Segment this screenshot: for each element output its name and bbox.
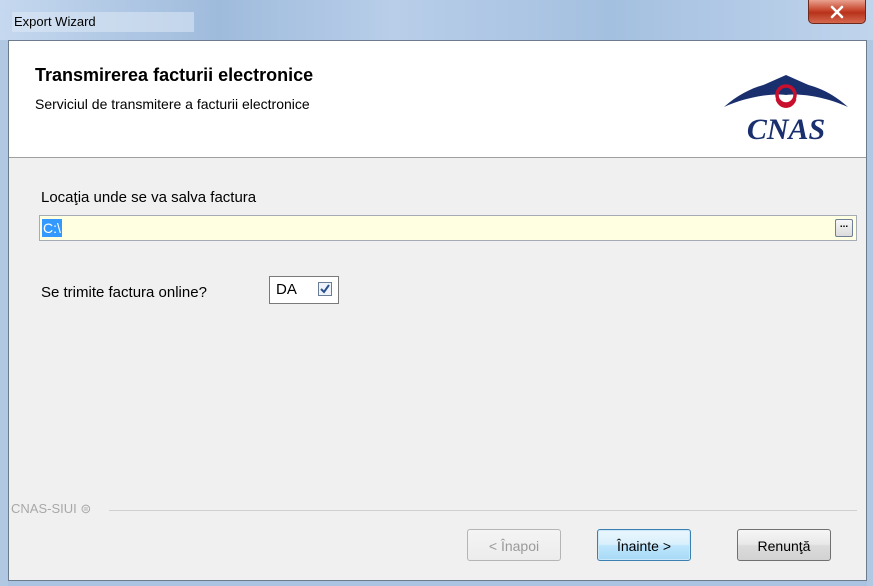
footer-group-label: CNAS-SIUI ⊜ bbox=[11, 501, 96, 517]
location-input[interactable]: C:\ ... bbox=[39, 215, 857, 241]
send-online-value: DA bbox=[276, 281, 297, 298]
close-icon bbox=[830, 5, 844, 18]
send-online-checkbox[interactable] bbox=[318, 282, 332, 296]
browse-button[interactable]: ... bbox=[835, 219, 853, 237]
location-label: Locaţia unde se va salva factura bbox=[41, 189, 257, 206]
close-button[interactable] bbox=[808, 0, 866, 24]
cnas-logo: CNAS bbox=[724, 75, 848, 146]
frame-left bbox=[0, 40, 8, 586]
window-title: Export Wizard bbox=[12, 12, 194, 32]
logo-text: CNAS bbox=[747, 113, 825, 146]
wizard-header: Transmirerea facturii electronice Servic… bbox=[9, 41, 866, 158]
title-bar[interactable]: Export Wizard bbox=[0, 0, 873, 40]
page-title: Transmirerea facturii electronice bbox=[35, 65, 314, 85]
location-value[interactable]: C:\ bbox=[42, 219, 62, 237]
back-button[interactable]: < Înapoi bbox=[467, 529, 561, 561]
export-wizard-window: Export Wizard Transmirerea facturii elec… bbox=[0, 0, 873, 586]
cancel-button[interactable]: Renunţă bbox=[737, 529, 831, 561]
wizard-body: Transmirerea facturii electronice Servic… bbox=[8, 40, 867, 581]
checkmark-icon bbox=[320, 284, 330, 294]
footer-divider bbox=[109, 510, 857, 511]
send-online-field[interactable]: DA bbox=[269, 276, 339, 304]
send-online-label: Se trimite factura online? bbox=[41, 284, 207, 301]
page-subtitle: Serviciul de transmitere a facturii elec… bbox=[35, 96, 310, 112]
next-button[interactable]: Înainte > bbox=[597, 529, 691, 561]
frame-right bbox=[867, 40, 873, 586]
